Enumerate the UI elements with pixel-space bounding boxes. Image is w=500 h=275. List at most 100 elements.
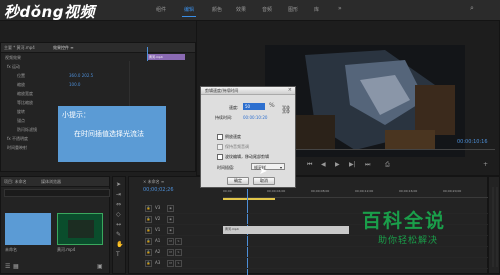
ruler-label: 00;00;08;00 bbox=[311, 189, 330, 193]
tab-libraries[interactable]: 库 bbox=[314, 6, 319, 13]
effect-row[interactable]: 缩放 100.0 bbox=[3, 82, 193, 91]
tab-assembly[interactable]: 组件 bbox=[156, 6, 166, 13]
hand-tool-icon[interactable]: ✋ bbox=[116, 241, 123, 248]
project-item-name: 未命名 bbox=[5, 247, 17, 252]
track-mute-icon[interactable]: M bbox=[167, 260, 174, 267]
interpolation-select[interactable]: 帧采样 ▾ bbox=[251, 163, 285, 170]
track-select-icon[interactable]: ⇥ bbox=[116, 191, 121, 198]
track-solo-icon[interactable]: S bbox=[175, 260, 182, 267]
ok-button[interactable]: 确定 bbox=[227, 177, 249, 185]
speed-unit: % bbox=[269, 102, 275, 109]
track-mute-icon[interactable]: M bbox=[167, 249, 174, 256]
close-icon[interactable]: × bbox=[288, 87, 292, 94]
ripple-edit-icon[interactable]: ⇔ bbox=[116, 201, 121, 208]
meter-channel-right bbox=[496, 187, 498, 267]
track-lock-icon[interactable]: 🔒 bbox=[145, 205, 152, 212]
tab-audio[interactable]: 音频 bbox=[262, 6, 272, 13]
add-button-icon[interactable]: + bbox=[483, 161, 488, 168]
track-mute-icon[interactable]: M bbox=[167, 238, 174, 245]
program-timecode: 00:00:10:16 bbox=[457, 139, 488, 145]
audio-track: 🔒 A3 M S bbox=[143, 258, 489, 269]
ruler-label: 00;00;04;00 bbox=[267, 189, 286, 193]
ruler-label: 00;00;12;00 bbox=[355, 189, 374, 193]
track-label: V1 bbox=[155, 227, 161, 232]
list-view-icon[interactable]: ☰ bbox=[5, 263, 10, 270]
project-search-input[interactable] bbox=[4, 189, 110, 197]
tab-project[interactable]: 项目: 未命名 bbox=[4, 179, 27, 185]
track-lock-icon[interactable]: 🔒 bbox=[145, 227, 152, 234]
effect-controls-tabbar: 主要 * 黄河.mp4 效果控件 ≡ bbox=[1, 43, 195, 53]
ruler-label: 00;00;16;00 bbox=[399, 189, 418, 193]
track-solo-icon[interactable]: S bbox=[175, 238, 182, 245]
watermark-title: 百科全说 bbox=[362, 210, 447, 232]
type-tool-icon[interactable]: T bbox=[116, 251, 120, 258]
timeline-clip[interactable]: 黄河.mp4 bbox=[223, 226, 349, 234]
reverse-speed-checkbox[interactable] bbox=[217, 134, 223, 140]
duration-label: 持续时间: bbox=[215, 115, 233, 120]
track-lock-icon[interactable]: 🔒 bbox=[145, 249, 152, 256]
timeline-ruler[interactable]: 00;00 00;00;04;00 00;00;08;00 00;00;12;0… bbox=[223, 189, 489, 198]
project-item-thumb[interactable] bbox=[57, 213, 103, 245]
tab-effects[interactable]: 效果 bbox=[236, 6, 246, 13]
tip-title: 小提示： bbox=[62, 111, 90, 119]
ripple-edit-checkbox[interactable] bbox=[217, 154, 223, 160]
track-eye-icon[interactable]: ◉ bbox=[167, 205, 174, 212]
track-lock-icon[interactable]: 🔒 bbox=[145, 260, 152, 267]
track-label: V2 bbox=[155, 216, 161, 221]
track-eye-icon[interactable]: ◉ bbox=[167, 216, 174, 223]
razor-tool-icon[interactable]: ◇ bbox=[116, 211, 121, 218]
track-lock-icon[interactable]: 🔒 bbox=[145, 216, 152, 223]
timeline-timecode: 00;00;02;26 bbox=[143, 187, 174, 193]
audio-track: 🔒 A2 M S bbox=[143, 247, 489, 258]
maintain-pitch-checkbox[interactable] bbox=[217, 144, 223, 150]
effect-row[interactable]: 缩放宽度 bbox=[3, 91, 193, 100]
frame-forward-icon[interactable]: ▶| bbox=[349, 161, 356, 168]
cancel-button[interactable]: 取消 bbox=[253, 177, 275, 185]
selection-tool-icon[interactable]: ➤ bbox=[116, 181, 121, 188]
tab-graphics[interactable]: 图形 bbox=[288, 6, 298, 13]
play-icon[interactable]: ▶ bbox=[335, 161, 340, 168]
ruler-label: 00;00;20;00 bbox=[443, 189, 462, 193]
track-solo-icon[interactable]: S bbox=[175, 249, 182, 256]
track-label: A2 bbox=[155, 249, 161, 254]
watermark-subtitle: 助你轻松解决 bbox=[378, 236, 439, 246]
tab-effect-controls[interactable]: 效果控件 ≡ bbox=[53, 45, 74, 51]
pen-tool-icon[interactable]: ✎ bbox=[116, 231, 121, 238]
project-item-thumb[interactable] bbox=[5, 213, 51, 245]
slip-tool-icon[interactable]: ↔ bbox=[116, 221, 121, 228]
more-icon[interactable]: » bbox=[338, 5, 342, 12]
link-chain-icon[interactable]: ⛓ bbox=[281, 105, 291, 114]
effect-row[interactable]: fx 运动 bbox=[3, 64, 193, 73]
work-area-bar[interactable] bbox=[223, 198, 275, 200]
track-eye-icon[interactable]: ◉ bbox=[167, 227, 174, 234]
step-forward-icon[interactable]: ⏭ bbox=[365, 161, 370, 168]
timeline-sequence-tab[interactable]: × 未命名 ≡ bbox=[143, 179, 164, 185]
track-label: V3 bbox=[155, 205, 161, 210]
tab-editing[interactable]: 编辑 bbox=[182, 6, 197, 17]
frame-back-icon[interactable]: ◀ bbox=[321, 161, 326, 168]
mouse-cursor-icon: ➤ bbox=[259, 166, 268, 177]
ruler-label: 00;00 bbox=[223, 189, 232, 193]
new-item-icon[interactable]: ▣ bbox=[97, 263, 103, 270]
track-lock-icon[interactable]: 🔒 bbox=[145, 238, 152, 245]
track-label: A1 bbox=[155, 238, 161, 243]
project-item-name: 黄河.mp4 bbox=[57, 247, 76, 252]
tab-source-main[interactable]: 主要 * 黄河.mp4 bbox=[4, 45, 35, 51]
duration-value[interactable]: 00:00:10:20 bbox=[243, 115, 267, 120]
search-icon[interactable]: ⌕ bbox=[470, 4, 474, 13]
speed-input[interactable]: 50 bbox=[243, 103, 265, 110]
icon-view-icon[interactable]: ▦ bbox=[13, 263, 19, 270]
tab-color[interactable]: 颜色 bbox=[212, 6, 222, 13]
speed-label: 速度: bbox=[229, 105, 239, 110]
track-label: A3 bbox=[155, 260, 161, 265]
effect-row: 视频效果 bbox=[5, 55, 21, 60]
tools-panel: ➤ ⇥ ⇔ ◇ ↔ ✎ ✋ T bbox=[112, 176, 126, 274]
tab-media-browser[interactable]: 媒体浏览器 bbox=[41, 179, 61, 185]
brand-logo: 秒dǒng视频 bbox=[4, 3, 95, 21]
effect-row[interactable]: 位置 360.0 202.5 bbox=[3, 73, 193, 82]
step-back-icon[interactable]: ⏮ bbox=[307, 161, 312, 168]
chevron-down-icon: ▾ bbox=[279, 165, 282, 170]
export-frame-icon[interactable]: ⎙ bbox=[385, 161, 390, 168]
speed-duration-dialog: 剪辑速度/持续时间 × 速度: 50 % ⛓ 持续时间: 00:00:10:20… bbox=[200, 86, 296, 188]
project-panel: 项目: 未命名 媒体浏览器 未命名 黄河.mp4 ☰ ▦ ▣ bbox=[0, 176, 110, 274]
